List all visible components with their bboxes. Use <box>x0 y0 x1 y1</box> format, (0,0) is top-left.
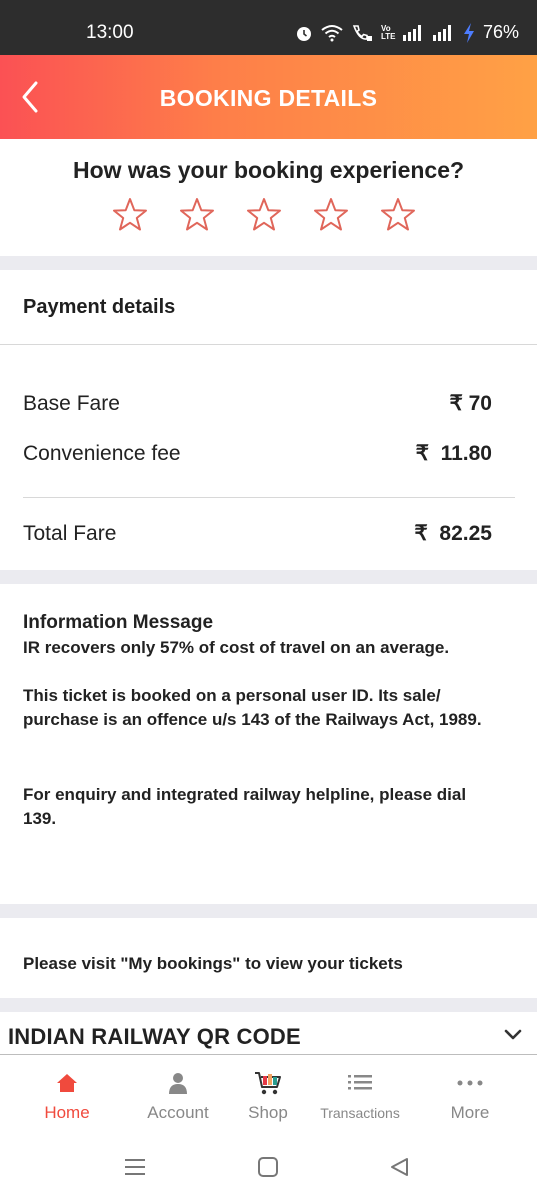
info-line: This ticket is booked on a personal user… <box>23 686 482 729</box>
page-title: BOOKING DETAILS <box>159 85 378 111</box>
recent-apps-icon[interactable] <box>124 1158 146 1176</box>
star-icon[interactable] <box>380 197 416 233</box>
payment-details-card: Payment details Base Fare ₹ 70 Convenien… <box>0 270 537 570</box>
signal-icon-2 <box>432 24 451 41</box>
status-bar: 13:00 Vo LTE 76% <box>0 0 537 55</box>
total-fare-label: Total Fare <box>23 522 117 545</box>
star-icon[interactable] <box>246 197 282 233</box>
back-system-icon[interactable] <box>388 1156 410 1178</box>
chevron-down-icon[interactable] <box>503 1028 523 1042</box>
divider <box>0 344 537 345</box>
bottom-navigation: Home Account Shop Transactions More <box>0 1054 537 1135</box>
home-icon <box>56 1071 78 1095</box>
info-line: For enquiry and integrated railway helpl… <box>23 785 467 828</box>
nav-account[interactable]: Account <box>133 1055 223 1133</box>
app-header: BOOKING DETAILS <box>0 55 537 139</box>
divider <box>23 497 515 498</box>
qr-section-title: INDIAN RAILWAY QR CODE <box>8 1024 301 1049</box>
my-bookings-message: Please visit "My bookings" to view your … <box>23 954 403 973</box>
star-icon[interactable] <box>313 197 349 233</box>
convenience-fee-label: Convenience fee <box>23 442 181 465</box>
wifi-call-icon <box>352 24 372 41</box>
nav-more-label: More <box>450 1103 490 1122</box>
more-dots-icon <box>457 1071 483 1095</box>
star-icon[interactable] <box>179 197 215 233</box>
star-rating <box>112 197 416 233</box>
rating-card: How was your booking experience? <box>0 139 537 256</box>
total-fare-value: ₹ 82.25 <box>414 522 492 545</box>
nav-home[interactable]: Home <box>22 1055 112 1133</box>
battery-percentage: 76% <box>482 22 519 42</box>
qr-code-section[interactable]: INDIAN RAILWAY QR CODE <box>0 1012 537 1054</box>
info-line: IR recovers only 57% of cost of travel o… <box>23 638 450 657</box>
network-type-label: Vo LTE <box>380 23 396 41</box>
status-icons: Vo LTE 76% <box>295 22 519 43</box>
convenience-fee-value: ₹ 11.80 <box>415 442 492 465</box>
nav-transactions[interactable]: Transactions <box>310 1055 410 1133</box>
shopping-cart-icon <box>254 1071 282 1095</box>
base-fare-label: Base Fare <box>23 392 120 415</box>
star-icon[interactable] <box>112 197 148 233</box>
nav-transactions-label: Transactions <box>320 1105 400 1121</box>
list-icon <box>348 1071 372 1095</box>
charging-icon <box>463 22 474 43</box>
alarm-icon <box>296 26 311 41</box>
nav-home-label: Home <box>44 1103 90 1122</box>
base-fare-value: ₹ 70 <box>449 392 492 415</box>
rating-question: How was your booking experience? <box>72 157 465 183</box>
person-icon <box>168 1071 188 1095</box>
nav-account-label: Account <box>147 1103 209 1122</box>
home-system-icon[interactable] <box>257 1156 279 1178</box>
nav-shop-label: Shop <box>248 1103 288 1122</box>
information-message-card: Information Message IR recovers only 57%… <box>0 584 537 904</box>
signal-icon-1 <box>402 24 421 41</box>
info-title: Information Message <box>23 612 214 633</box>
my-bookings-notice: Please visit "My bookings" to view your … <box>0 918 537 998</box>
nav-more[interactable]: More <box>425 1055 515 1133</box>
status-time: 13:00 <box>86 22 134 43</box>
system-navigation-bar <box>0 1134 537 1200</box>
wifi-icon <box>321 24 343 41</box>
nav-shop[interactable]: Shop <box>228 1055 308 1133</box>
payment-heading: Payment details <box>23 296 176 318</box>
